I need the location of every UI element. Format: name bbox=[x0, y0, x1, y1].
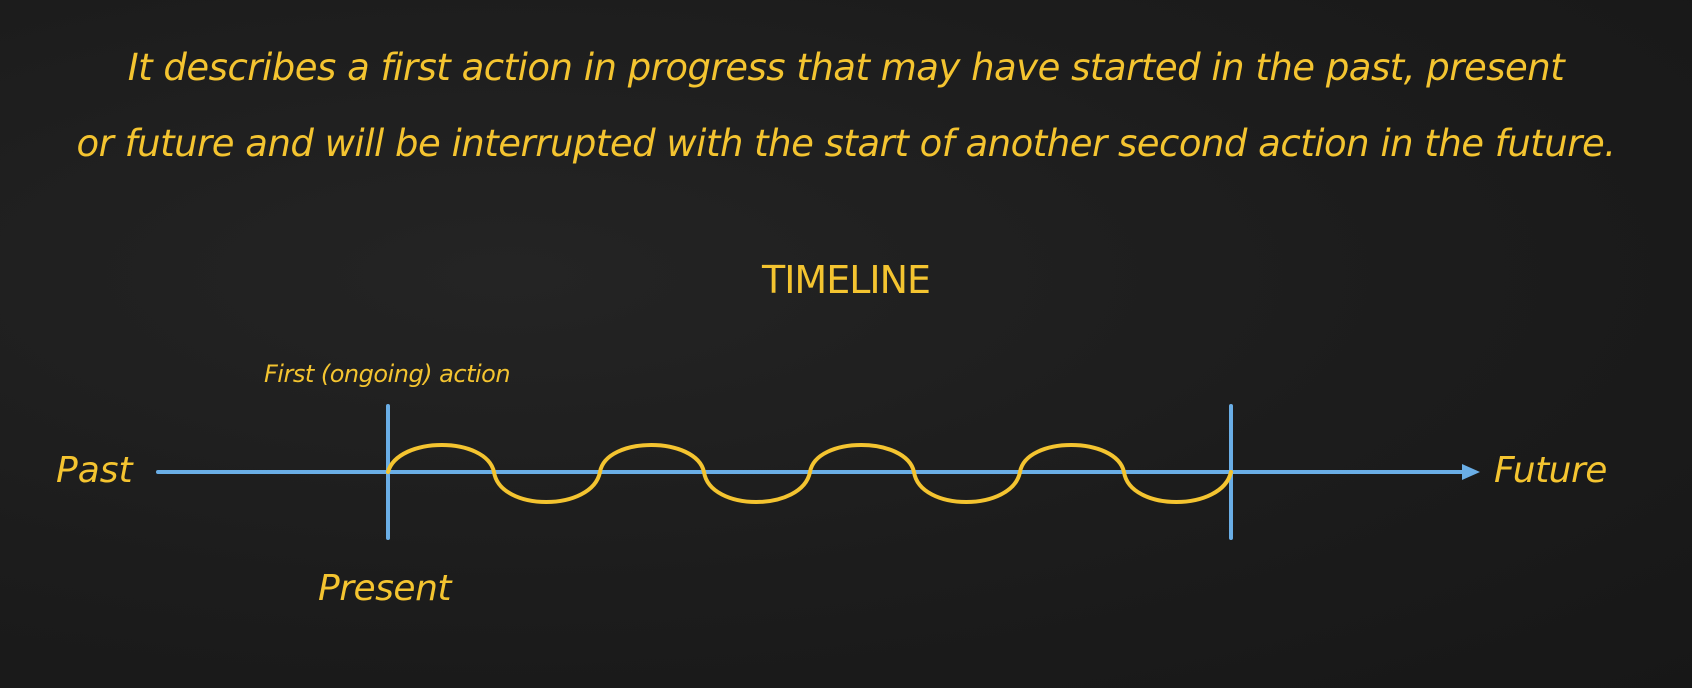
first-action-label: First (ongoing) action bbox=[264, 360, 511, 388]
timeline-diagram bbox=[156, 404, 1480, 540]
present-label: Present bbox=[318, 568, 452, 609]
past-label: Past bbox=[56, 450, 133, 491]
chalkboard: It describes a first action in progress … bbox=[0, 0, 1692, 688]
future-label: Future bbox=[1494, 450, 1607, 491]
timeline-arrowhead bbox=[1462, 464, 1480, 480]
